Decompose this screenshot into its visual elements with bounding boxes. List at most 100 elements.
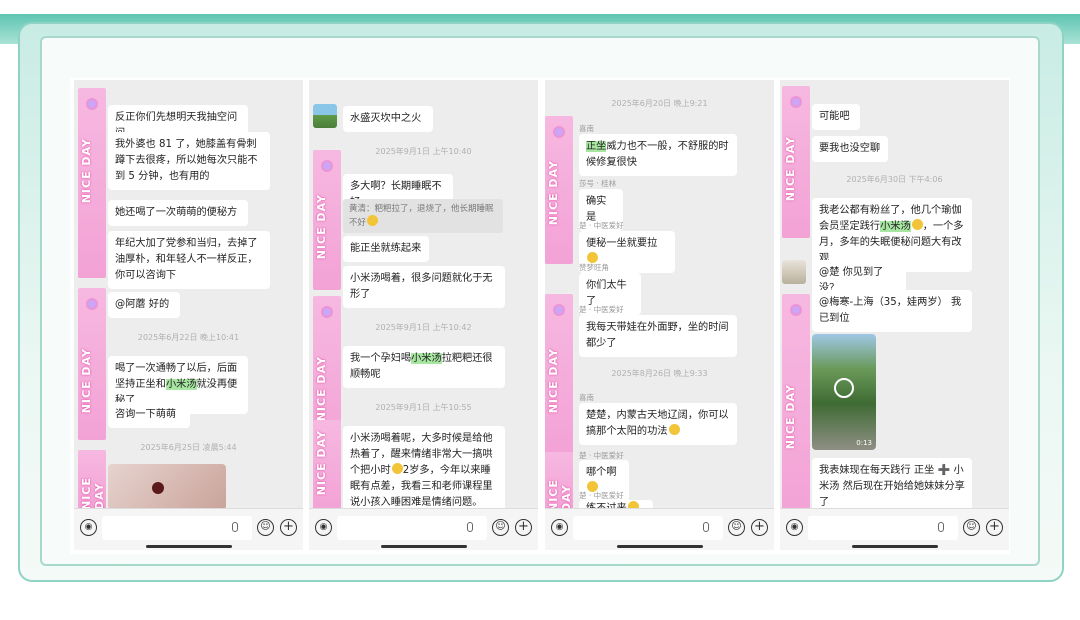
strip-word: NICE DAY bbox=[80, 138, 93, 204]
video-thumbnail[interactable]: 0:13 bbox=[812, 334, 876, 450]
strip-word: NICE DAY bbox=[315, 194, 328, 260]
skin-photo[interactable] bbox=[108, 464, 226, 510]
message-bubble[interactable]: 能正坐就练起来 bbox=[343, 236, 429, 262]
emoji-icon[interactable]: ☺ bbox=[963, 519, 980, 536]
message-bubble[interactable]: 我每天带娃在外面野，坐的时间都少了 bbox=[579, 315, 737, 357]
flower-icon bbox=[321, 160, 333, 172]
chat-panel-4: NICE DAY 可能吧 要我也没空聊 2025年6月30日 下午4:06 我老… bbox=[780, 80, 1009, 550]
timestamp: 2025年6月20日 晚上9:21 bbox=[611, 99, 708, 108]
video-duration: 0:13 bbox=[856, 439, 872, 447]
avatar-strip: NICE DAY bbox=[545, 116, 573, 264]
message-bubble[interactable]: @梅寒-上海（35，娃两岁） 我已到位 bbox=[812, 290, 972, 332]
emoji-icon[interactable]: ☺ bbox=[728, 519, 745, 536]
sender-name: 楚 · 中医爱好 bbox=[579, 221, 624, 230]
flower-icon bbox=[321, 306, 333, 318]
sender-name: 莎号 · 桂林 bbox=[579, 179, 617, 188]
timestamp: 2025年6月22日 晚上10:41 bbox=[137, 333, 240, 342]
strip-word: NICE DAY bbox=[784, 384, 797, 450]
avatar-strip: NICE DAY bbox=[78, 450, 106, 510]
message-bubble[interactable]: 可能吧 bbox=[812, 104, 860, 130]
emoji-icon bbox=[367, 215, 379, 226]
sender-name: 楚 · 中医爱好 bbox=[579, 305, 624, 314]
voice-icon[interactable]: ◉ bbox=[551, 519, 568, 536]
emoji-icon[interactable]: ☺ bbox=[257, 519, 274, 536]
message-bubble[interactable]: 小米汤喝着呢，大多时候是给他热着了，醒来情绪非常大一搞哄个把小时 2岁多，今年以来… bbox=[343, 426, 505, 516]
timestamp: 2025年8月26日 晚上9:33 bbox=[611, 369, 708, 378]
input-bar: ◉ ☺ + bbox=[780, 508, 1009, 550]
message-bubble[interactable]: 要我也没空聊 bbox=[812, 136, 888, 162]
highlight-text: 正坐 bbox=[586, 141, 607, 152]
avatar-strip: NICE DAY bbox=[782, 86, 810, 238]
message-bubble[interactable]: 她还喝了一次萌萌的便秘方 bbox=[108, 200, 248, 226]
message-bubble[interactable]: 我外婆也 81 了，她膝盖有骨刺蹲下去很疼，所以她每次只能不到 5 分钟，也有用… bbox=[108, 132, 270, 190]
message-input[interactable] bbox=[808, 516, 958, 540]
plus-icon[interactable]: + bbox=[751, 519, 768, 536]
flower-icon bbox=[86, 98, 98, 110]
message-input[interactable] bbox=[102, 516, 252, 540]
mic-icon[interactable] bbox=[467, 522, 473, 532]
timestamp: 2025年9月1日 上午10:55 bbox=[375, 403, 472, 412]
avatar-strip: NICE DAY bbox=[782, 294, 810, 520]
home-indicator bbox=[146, 545, 232, 548]
avatar-strip: NICE DAY bbox=[313, 420, 341, 512]
mic-icon[interactable] bbox=[938, 522, 944, 532]
message-text: 便秘一坐就要拉 bbox=[586, 238, 658, 249]
message-text: 威力也不一般，不舒服的时候修复很快 bbox=[586, 141, 729, 168]
quoted-message[interactable]: 黄清：粑粑拉了，退烧了，他长期睡眠不好 bbox=[343, 199, 503, 233]
message-bubble[interactable]: @阿蘑 好的 bbox=[108, 292, 180, 318]
home-indicator bbox=[381, 545, 467, 548]
emoji-icon bbox=[391, 463, 403, 474]
message-bubble[interactable]: 咨询一下萌萌 bbox=[108, 402, 190, 428]
flower-icon bbox=[86, 298, 98, 310]
avatar[interactable] bbox=[313, 104, 337, 128]
avatar-strip: NICE DAY bbox=[313, 150, 341, 290]
message-input[interactable] bbox=[337, 516, 487, 540]
flower-icon bbox=[553, 126, 565, 138]
avatar[interactable] bbox=[782, 260, 806, 284]
plus-icon[interactable]: + bbox=[515, 519, 532, 536]
timestamp: 2025年6月25日 凌晨5:44 bbox=[140, 443, 237, 452]
avatar-strip: NICE DAY bbox=[545, 452, 573, 512]
message-bubble[interactable]: 我一个孕妇喝小米汤拉粑粑还很顺畅呢 bbox=[343, 346, 505, 388]
mic-icon[interactable] bbox=[232, 522, 238, 532]
strip-word: NICE DAY bbox=[80, 348, 93, 414]
timestamp: 2025年9月1日 上午10:40 bbox=[375, 147, 472, 156]
strip-word: NICE DAY bbox=[547, 160, 560, 226]
message-bubble[interactable]: 水盛灭坎中之火 bbox=[343, 106, 433, 132]
timestamp: 2025年9月1日 上午10:42 bbox=[375, 323, 472, 332]
voice-icon[interactable]: ◉ bbox=[786, 519, 803, 536]
plus-icon[interactable]: + bbox=[280, 519, 297, 536]
input-bar: ◉ ☺ + bbox=[309, 508, 538, 550]
emoji-icon[interactable]: ☺ bbox=[492, 519, 509, 536]
message-input[interactable] bbox=[573, 516, 723, 540]
strip-word: NICE DAY bbox=[547, 479, 573, 512]
message-bubble[interactable]: 小米汤喝着，很多问题就化于无形了 bbox=[343, 266, 505, 308]
emoji-icon bbox=[911, 219, 923, 230]
voice-icon[interactable]: ◉ bbox=[315, 519, 332, 536]
voice-icon[interactable]: ◉ bbox=[80, 519, 97, 536]
highlight-text: 小米汤 bbox=[411, 353, 442, 364]
sender-name: 喜南 bbox=[579, 393, 594, 402]
message-bubble[interactable]: 正坐威力也不一般，不舒服的时候修复很快 bbox=[579, 134, 737, 176]
strip-word: NICE DAY bbox=[80, 477, 106, 510]
timestamp: 2025年6月30日 下午4:06 bbox=[846, 175, 943, 184]
strip-word: NICE DAY bbox=[784, 136, 797, 202]
play-icon[interactable] bbox=[834, 378, 854, 398]
highlight-text: 小米汤 bbox=[165, 379, 197, 390]
message-bubble[interactable]: 楚楚，内蒙古天地辽阔，你可以搞那个太阳的功法 bbox=[579, 403, 737, 445]
mic-icon[interactable] bbox=[703, 522, 709, 532]
photo-mark bbox=[152, 482, 164, 494]
message-text: 楚楚，内蒙古天地辽阔，你可以搞那个太阳的功法 bbox=[586, 410, 729, 437]
sender-name: 喜南 bbox=[579, 124, 594, 133]
plus-icon[interactable]: + bbox=[986, 519, 1003, 536]
message-bubble[interactable]: 年纪大加了党参和当归，去掉了油厚朴，和年轻人不一样反正，你可以咨询下 bbox=[108, 231, 270, 289]
chat-panel-3: 2025年6月20日 晚上9:21 NICE DAY 喜南 正坐威力也不一般，不… bbox=[545, 80, 774, 550]
input-bar: ◉ ☺ + bbox=[545, 508, 774, 550]
message-text: 我一个孕妇喝 bbox=[350, 353, 412, 364]
avatar-strip: NICE DAY bbox=[78, 288, 106, 440]
flower-icon bbox=[790, 96, 802, 108]
strip-word: NICE DAY bbox=[315, 430, 328, 496]
home-indicator bbox=[617, 545, 703, 548]
poster-frame: NICE DAY 反正你们先想明天我抽空问问 我外婆也 81 了，她膝盖有骨刺蹲… bbox=[0, 0, 1080, 620]
avatar-strip: NICE DAY bbox=[78, 88, 106, 278]
